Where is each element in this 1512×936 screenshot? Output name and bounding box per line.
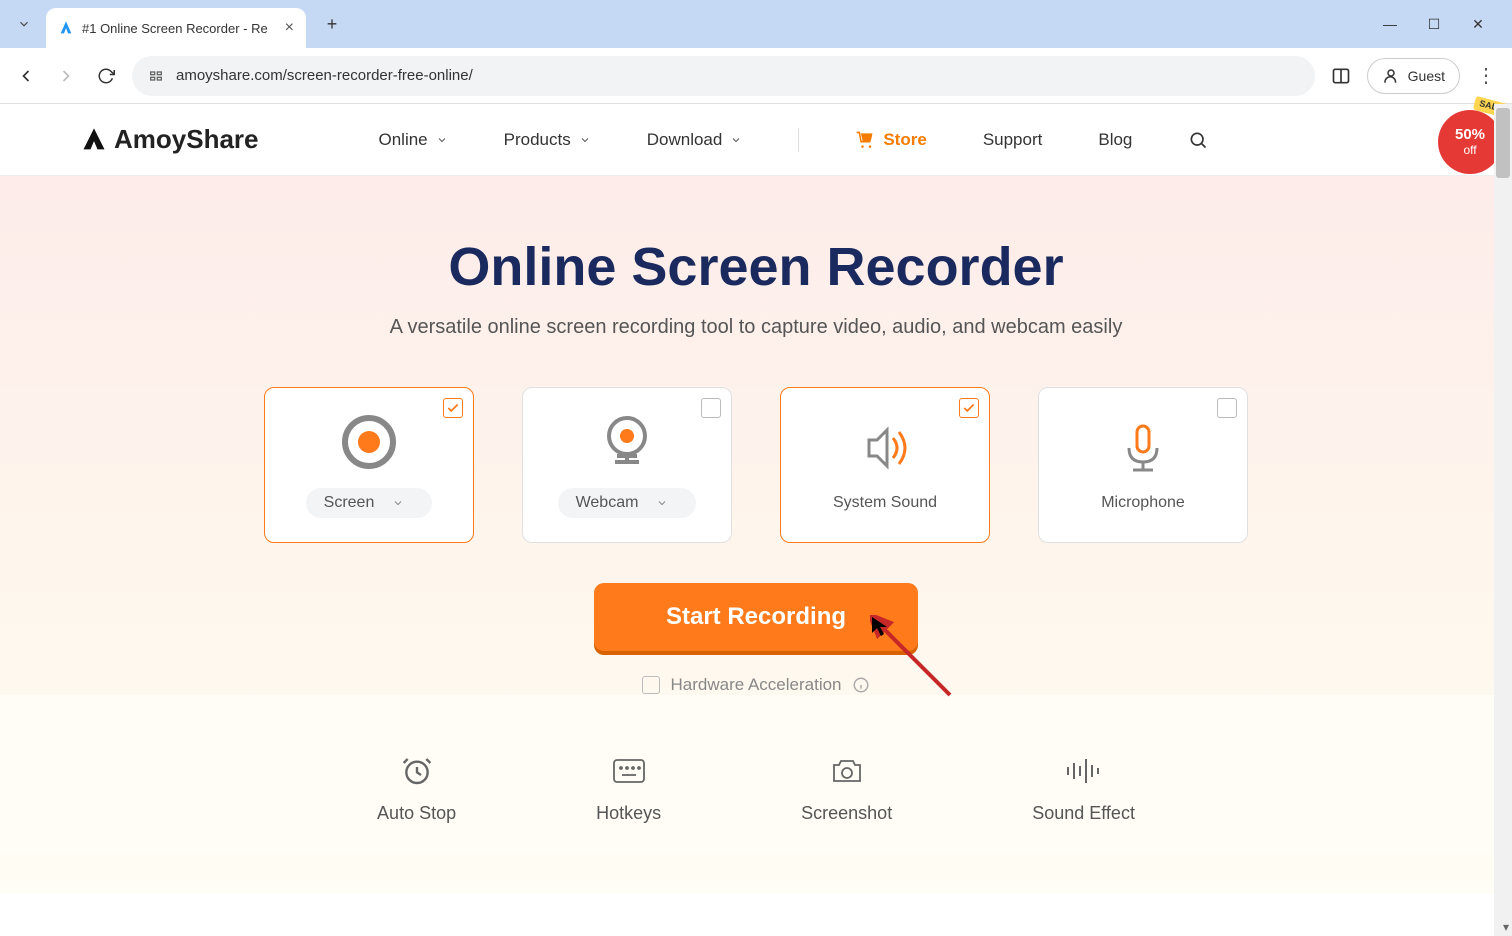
feature-sound-effect-label: Sound Effect [1032,803,1135,824]
feature-auto-stop[interactable]: Auto Stop [377,755,456,824]
nav-download-label: Download [647,130,723,150]
favicon-icon [58,20,74,36]
nav-blog-label: Blog [1098,130,1132,150]
card-screen[interactable]: Screen [264,387,474,543]
chevron-down-icon [656,497,668,509]
brand-name: AmoyShare [114,124,259,155]
tab-bar: #1 Online Screen Recorder - Re × + — ☐ ✕ [0,0,1512,48]
search-button[interactable] [1188,130,1208,150]
scrollbar-thumb[interactable] [1496,108,1510,178]
camera-icon [830,755,864,787]
checkbox-screen[interactable] [443,398,463,418]
sale-badge[interactable]: SALE 50% off [1438,110,1502,174]
forward-button[interactable] [52,62,80,90]
cart-icon [855,130,875,150]
page-subtitle: A versatile online screen recording tool… [0,316,1512,339]
hardware-acceleration-checkbox[interactable] [642,676,660,694]
nav-online-label: Online [379,130,428,150]
url-text: amoyshare.com/screen-recorder-free-onlin… [176,67,473,84]
webcam-dropdown[interactable]: Webcam [558,488,697,518]
page-title: Online Screen Recorder [0,236,1512,298]
nav-products-label: Products [504,130,571,150]
screen-dropdown[interactable]: Screen [306,488,433,518]
tab-title: #1 Online Screen Recorder - Re [82,21,268,36]
nav-support-label: Support [983,130,1043,150]
screen-icon [339,412,399,472]
hardware-acceleration-label: Hardware Acceleration [670,675,841,695]
info-icon[interactable] [852,676,870,694]
person-icon [1382,67,1400,85]
checkbox-microphone[interactable] [1217,398,1237,418]
speaker-icon [855,418,915,478]
nav-blog[interactable]: Blog [1098,130,1132,150]
scrollbar-track[interactable] [1494,104,1512,936]
start-recording-label: Start Recording [666,603,846,630]
address-bar: amoyshare.com/screen-recorder-free-onlin… [0,48,1512,104]
checkbox-webcam[interactable] [701,398,721,418]
profile-guest-button[interactable]: Guest [1367,58,1460,94]
reload-button[interactable] [92,62,120,90]
browser-tab[interactable]: #1 Online Screen Recorder - Re × [46,8,306,48]
back-button[interactable] [12,62,40,90]
nav-support[interactable]: Support [983,130,1043,150]
feature-hotkeys-label: Hotkeys [596,803,661,824]
new-tab-button[interactable]: + [316,8,348,40]
site-settings-icon[interactable] [148,68,164,84]
chevron-down-icon [730,134,742,146]
checkbox-system-sound[interactable] [959,398,979,418]
window-controls: — ☐ ✕ [1380,16,1504,33]
microphone-icon [1113,418,1173,478]
card-system-sound[interactable]: System Sound [780,387,990,543]
url-bar[interactable]: amoyshare.com/screen-recorder-free-onlin… [132,56,1315,96]
card-webcam-label: Webcam [576,494,639,512]
source-cards: Screen Webcam System Sound [0,387,1512,543]
card-system-sound-label: System Sound [833,494,937,512]
logo-icon [80,126,108,154]
chevron-down-icon [436,134,448,146]
tab-search-dropdown[interactable] [8,8,40,40]
card-screen-label: Screen [324,494,375,512]
nav-online[interactable]: Online [379,130,448,150]
soundwave-icon [1064,755,1104,787]
feature-sound-effect[interactable]: Sound Effect [1032,755,1135,824]
feature-screenshot-label: Screenshot [801,803,892,824]
hardware-acceleration-row: Hardware Acceleration [0,675,1512,695]
feature-auto-stop-label: Auto Stop [377,803,456,824]
main-nav: Online Products Download Store Support B… [379,128,1209,152]
nav-download[interactable]: Download [647,130,743,150]
chevron-down-icon [392,497,404,509]
hero-section: Online Screen Recorder A versatile onlin… [0,176,1512,894]
feature-screenshot[interactable]: Screenshot [801,755,892,824]
search-icon [1188,130,1208,150]
nav-store-label: Store [883,130,926,150]
guest-label: Guest [1408,68,1445,84]
nav-divider [798,128,799,152]
close-tab-icon[interactable]: × [285,19,294,37]
brand-logo[interactable]: AmoyShare [80,124,259,155]
browser-chrome: #1 Online Screen Recorder - Re × + — ☐ ✕… [0,0,1512,104]
browser-menu-icon[interactable]: ⋮ [1472,62,1500,90]
card-webcam[interactable]: Webcam [522,387,732,543]
close-window-icon[interactable]: ✕ [1468,16,1488,33]
card-microphone-label: Microphone [1101,494,1185,512]
nav-products[interactable]: Products [504,130,591,150]
keyboard-icon [612,755,646,787]
check-icon [446,401,460,415]
reader-mode-icon[interactable] [1327,62,1355,90]
nav-store[interactable]: Store [855,130,926,150]
features-row: Auto Stop Hotkeys Screenshot Sound Effec… [0,695,1512,854]
minimize-icon[interactable]: — [1380,16,1400,33]
site-header: AmoyShare Online Products Download Store… [0,104,1512,176]
check-icon [962,401,976,415]
scrollbar-down-arrow[interactable]: ▾ [1503,920,1509,934]
maximize-icon[interactable]: ☐ [1424,16,1444,33]
start-recording-button[interactable]: Start Recording [594,583,918,651]
sale-percent: 50% [1455,127,1485,144]
webcam-icon [597,412,657,472]
alarm-clock-icon [401,755,433,787]
chevron-down-icon [579,134,591,146]
card-microphone[interactable]: Microphone [1038,387,1248,543]
feature-hotkeys[interactable]: Hotkeys [596,755,661,824]
sale-off: off [1463,144,1476,157]
